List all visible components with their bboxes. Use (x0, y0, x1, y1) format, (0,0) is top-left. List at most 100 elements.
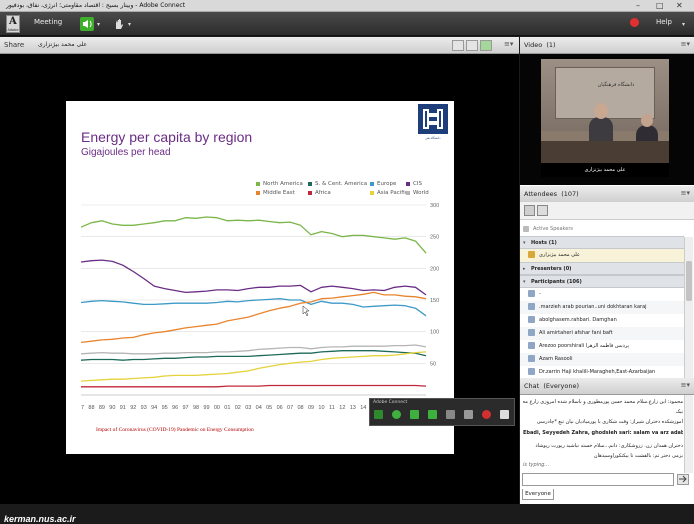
adobe-logo-icon: A Adobe (6, 15, 20, 33)
layout-single-icon[interactable] (452, 40, 464, 51)
menu-bar: A Adobe Meeting ▾ ▾ Help ▾ (0, 12, 694, 36)
list-view-icon[interactable] (524, 205, 535, 216)
x-tick-label: 04 (256, 405, 262, 411)
legend-item: Europe (370, 181, 396, 187)
y-tick-label: 200 (430, 266, 439, 272)
x-tick-label: 09 (308, 405, 314, 411)
share-screen-icon[interactable] (374, 410, 383, 419)
legend-item: World (406, 190, 429, 196)
close-button[interactable]: ✕ (676, 1, 683, 10)
banner-text: دانشگاه فرهنگیان (597, 82, 635, 88)
share-pod-header: Share علی محمد بیژنزاری ≡▾ (0, 37, 519, 54)
attendees-toolbar (520, 202, 694, 220)
x-tick-label: 06 (277, 405, 283, 411)
x-tick-label: 91 (120, 405, 126, 411)
webcam-icon[interactable] (392, 410, 401, 419)
raise-hand-icon[interactable] (446, 410, 455, 419)
user-icon (528, 329, 535, 336)
participant-name: Dr.zarrin Haji khalili-Maragheh,East-Aza… (539, 369, 656, 375)
video-pod-menu-icon[interactable]: ≡▾ (681, 40, 690, 48)
speaker-icon[interactable] (80, 17, 94, 31)
video-feed[interactable]: دانشگاه فرهنگیان علی محمد بیژنزاری (541, 59, 669, 177)
y-tick-label: 300 (430, 203, 439, 209)
share-pod-label: Share (4, 41, 25, 49)
participant-row[interactable]: abolghasem.rahbari. Damghan (520, 314, 684, 327)
participant-row[interactable]: Arezoo poorshirali پردیس فاطمه الزهرا (520, 340, 684, 353)
help-dropdown-icon[interactable]: ▾ (682, 21, 685, 28)
participants-section[interactable]: ▾ Participants (106) (520, 275, 684, 288)
x-tick-label: 98 (193, 405, 199, 411)
status-view-icon[interactable] (537, 205, 548, 216)
x-tick-label: 95 (162, 405, 168, 411)
y-tick-label: 100 (430, 330, 439, 336)
layout-split-icon[interactable] (466, 40, 478, 51)
participant-row[interactable]: Ali amirtaheri afshar fani baft (520, 327, 684, 340)
chat-input[interactable] (522, 473, 674, 486)
x-tick-label: 96 (172, 405, 178, 411)
participant-row[interactable]: .marzieh arab pourian..uni dokhtaran kar… (520, 301, 684, 314)
chat-tab-everyone[interactable]: Everyone (522, 489, 554, 500)
chat-pod-menu-icon[interactable]: ≡▾ (681, 381, 690, 389)
connect-toolbar-title: Adobe Connect (373, 400, 408, 405)
legend-item: S. & Cent. America (308, 181, 367, 187)
slide-subtitle: Gigajoules per head (81, 147, 171, 158)
attendees-pod-header: Attendees (107) ≡▾ (520, 186, 694, 203)
legend-item: Middle East (256, 190, 295, 196)
chat-message: دختران همدان زن. زروشکاری: دانم...سلام خ… (535, 443, 683, 449)
printer-icon[interactable] (464, 410, 473, 419)
raise-hand-icon[interactable] (112, 17, 126, 31)
chat-scrollbar[interactable] (684, 395, 693, 473)
minimize-button[interactable]: – (636, 1, 640, 10)
legend-item: Africa (308, 190, 331, 196)
user-icon (528, 316, 535, 323)
video-pod-label: Video (1) (524, 41, 556, 49)
microphone-icon[interactable] (410, 410, 419, 419)
fit-to-window-icon[interactable] (480, 40, 492, 51)
speaker-dropdown-icon[interactable]: ▾ (97, 21, 100, 28)
participant-row[interactable]: Azam Rasooli (520, 353, 684, 366)
expand-arrow-icon[interactable]: ▸ (523, 263, 531, 274)
notification-bell-icon[interactable] (500, 410, 509, 419)
host-user-icon (528, 251, 535, 258)
collapse-arrow-icon[interactable]: ▾ (523, 237, 531, 248)
help-menu[interactable]: Help (656, 18, 672, 26)
x-tick-label: 92 (130, 405, 136, 411)
chat-alert-icon[interactable] (482, 410, 491, 419)
meeting-menu[interactable]: Meeting (34, 18, 62, 26)
series-line-north-america (81, 216, 427, 254)
share-pod-menu-icon[interactable]: ≡▾ (504, 40, 513, 48)
chat-pod-header: Chat (Everyone) ≡▾ (520, 378, 694, 395)
y-tick-label: 250 (430, 235, 439, 241)
right-sidebar: Video (1) ≡▾ دانشگاه فرهنگیان علی محمد ب… (520, 37, 694, 504)
legend-label: Africa (315, 190, 331, 196)
active-speakers-row: Active Speakers (520, 223, 684, 236)
user-icon (528, 355, 535, 362)
active-speakers-label: Active Speakers (533, 226, 573, 232)
chat-message: نیک (675, 409, 683, 415)
hosts-section[interactable]: ▾ Hosts (1) (520, 236, 684, 249)
participant-name: Arezoo poorshirali پردیس فاطمه الزهرا (539, 343, 630, 349)
y-tick-label: 150 (430, 298, 439, 304)
video-label: Video (524, 41, 543, 49)
speaker-icon[interactable] (428, 410, 437, 419)
video-count: (1) (546, 41, 556, 49)
record-icon[interactable] (630, 18, 639, 27)
x-tick-label: 90 (109, 405, 115, 411)
x-tick-label: 01 (224, 405, 230, 411)
presenter-name: علی محمد بیژنزاری (38, 41, 88, 48)
participant-name: - (539, 291, 541, 297)
attendees-pod-menu-icon[interactable]: ≡▾ (681, 189, 690, 197)
energy-line-chart: 300 250 200 150 100 50 87 88 89 90 91 92 93 94 95 96 97 9… (81, 203, 439, 411)
user-icon (528, 368, 535, 375)
slide-title: Energy per capita by region (81, 129, 253, 145)
status-dropdown-icon[interactable]: ▾ (128, 21, 131, 28)
collapse-arrow-icon[interactable]: ▾ (523, 276, 531, 287)
host-row[interactable]: علی محمد بیژنزاری (520, 249, 684, 262)
presenters-section[interactable]: ▸ Presenters (0) (520, 262, 684, 275)
send-message-icon[interactable] (677, 474, 689, 485)
video-caption: علی محمد بیژنزاری (541, 163, 669, 177)
participant-row[interactable]: - (520, 288, 684, 301)
maximize-button[interactable]: □ (656, 1, 664, 10)
user-icon (528, 342, 535, 349)
participant-name: Ali amirtaheri afshar fani baft (539, 330, 613, 336)
